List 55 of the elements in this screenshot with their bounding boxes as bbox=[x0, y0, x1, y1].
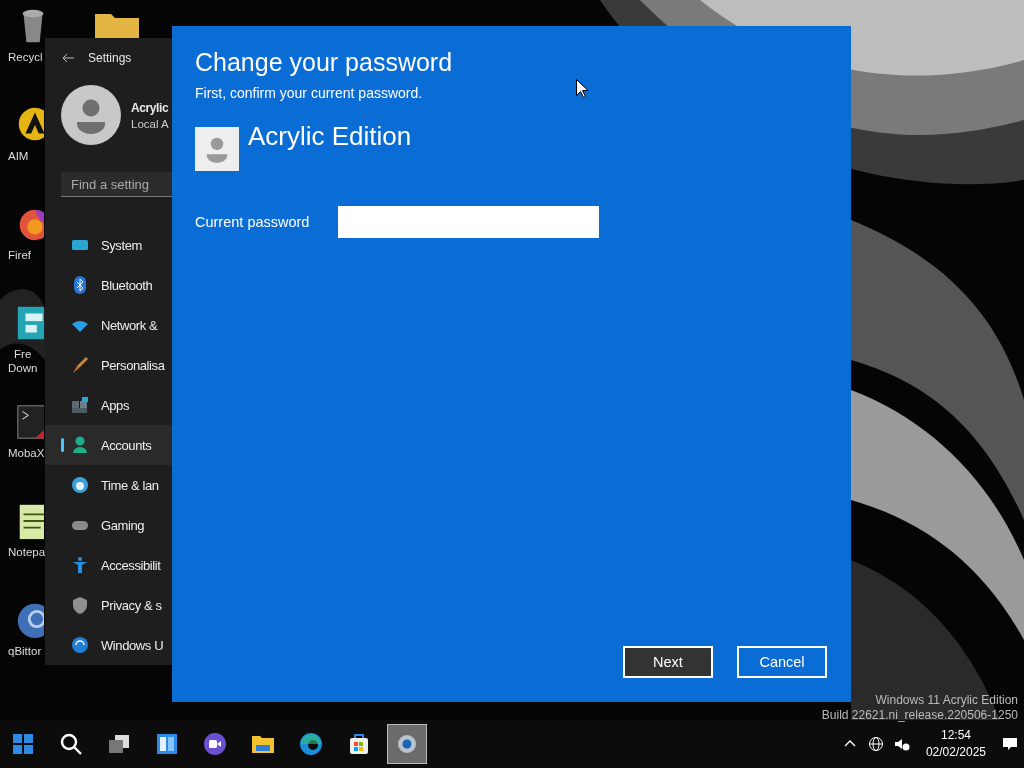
dialog-title: Change your password bbox=[195, 48, 454, 77]
dialog-subtitle: First, confirm your current password. bbox=[195, 85, 423, 101]
clock-icon bbox=[71, 476, 89, 494]
edition-text: Windows 11 Acrylic Edition bbox=[875, 693, 1018, 708]
store-icon bbox=[347, 732, 371, 756]
user-name: Acrylic Edition bbox=[248, 121, 412, 152]
nav-item[interactable]: Network & bbox=[45, 305, 172, 345]
globe-icon[interactable] bbox=[867, 736, 884, 752]
windows-icon bbox=[107, 732, 131, 756]
icon-label: Down bbox=[8, 361, 38, 375]
avatar-icon bbox=[61, 85, 121, 146]
icon-label: qBittor bbox=[8, 644, 42, 658]
icon-label: Notepa bbox=[8, 545, 46, 559]
window-title: Settings bbox=[88, 50, 132, 65]
cursor-icon bbox=[576, 79, 588, 98]
nav-item[interactable]: Apps bbox=[45, 385, 172, 425]
user-avatar-icon bbox=[195, 127, 239, 171]
icon-label: AIM bbox=[8, 149, 29, 163]
clock-date: 02/02/2025 bbox=[925, 744, 986, 761]
nav-item[interactable]: Bluetooth bbox=[45, 265, 172, 305]
next-button[interactable]: Next bbox=[623, 646, 713, 678]
icon-label: Firef bbox=[8, 248, 31, 262]
icon-label: MobaX bbox=[8, 446, 45, 460]
user-name: Acrylic bbox=[131, 100, 169, 115]
speaker-muted-icon[interactable] bbox=[893, 736, 910, 752]
icon-label: Fre bbox=[14, 347, 32, 361]
search-field[interactable]: Find a setting bbox=[61, 172, 172, 197]
nav-item[interactable]: Windows U bbox=[45, 625, 172, 665]
nav-item[interactable]: Time & lan bbox=[45, 465, 172, 505]
brush-icon bbox=[71, 356, 89, 374]
clock-time: 12:54 bbox=[940, 727, 971, 744]
person-icon bbox=[71, 436, 89, 454]
nav-item[interactable]: Personalisa bbox=[45, 345, 172, 385]
accessibility-icon bbox=[71, 556, 89, 574]
nav-item[interactable]: Privacy & s bbox=[45, 585, 172, 625]
icon-label: Recycl bbox=[8, 50, 43, 64]
bluetooth-icon bbox=[71, 276, 89, 294]
shield-icon bbox=[71, 596, 89, 614]
cancel-button[interactable]: Cancel bbox=[737, 646, 827, 678]
password-field[interactable] bbox=[338, 206, 600, 238]
nav-item[interactable]: Accounts bbox=[45, 425, 172, 465]
video-call-icon bbox=[203, 732, 227, 756]
nav-item[interactable]: Accessibilit bbox=[45, 545, 172, 585]
notification-icon[interactable] bbox=[1002, 736, 1018, 752]
apps-icon bbox=[71, 396, 89, 414]
nav-item[interactable]: System bbox=[45, 225, 172, 265]
start-icon bbox=[11, 732, 35, 756]
nav-item[interactable]: Gaming bbox=[45, 505, 172, 545]
account-type: Local A bbox=[131, 117, 169, 130]
back-arrow-icon[interactable] bbox=[62, 52, 74, 63]
widgets-icon bbox=[155, 732, 179, 756]
search-icon bbox=[59, 732, 83, 756]
browser-icon bbox=[299, 732, 323, 756]
field-label: Current password bbox=[195, 214, 310, 230]
edition-text: Build 22621.ni_release.220506-1250 bbox=[821, 708, 1018, 723]
